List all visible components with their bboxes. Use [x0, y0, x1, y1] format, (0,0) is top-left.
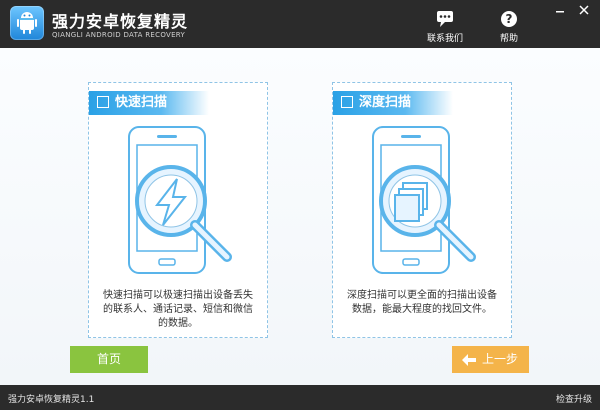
status-bar: 强力安卓恢复精灵1.1 检查升级	[0, 385, 600, 410]
check-update-link[interactable]: 检查升级	[556, 392, 592, 405]
previous-step-label: 上一步	[482, 352, 519, 366]
version-label: 强力安卓恢复精灵1.1	[8, 395, 95, 405]
minimize-icon	[556, 11, 564, 13]
deep-scan-header: 深度扫描	[333, 91, 453, 115]
close-button[interactable]	[576, 2, 592, 16]
check-box-icon	[97, 96, 109, 108]
deep-scan-title: 深度扫描	[359, 95, 412, 110]
main-panel: 快速扫描 快速扫描可以极速扫描出设备丢失的联系人、通话记录、短信和微信的数据。 …	[0, 48, 600, 385]
stacked-files-icon	[394, 182, 428, 222]
svg-text:?: ?	[506, 12, 513, 26]
previous-step-button[interactable]: 上一步	[452, 346, 529, 373]
contact-us-label: 联系我们	[426, 34, 463, 44]
quick-scan-title: 快速扫描	[115, 95, 168, 110]
contact-us-button[interactable]: 联系我们	[422, 10, 468, 44]
title-bar: 强力安卓恢复精灵 QIANGLI ANDROID DATA RECOVERY 联…	[0, 0, 600, 48]
phone-magnifier-icon	[128, 126, 232, 274]
phone-magnifier-icon	[372, 126, 476, 274]
deep-scan-description: 深度扫描可以更全面的扫描出设备数据，能最大程度的找回文件。	[347, 290, 497, 315]
minimize-button[interactable]	[552, 2, 568, 16]
quick-scan-description: 快速扫描可以极速扫描出设备丢失的联系人、通话记录、短信和微信的数据。	[103, 290, 253, 329]
home-button[interactable]: 首页	[70, 346, 148, 373]
check-box-icon	[341, 96, 353, 108]
quick-scan-header: 快速扫描	[89, 91, 209, 115]
deep-scan-card[interactable]: 深度扫描 深度扫描可以更全面的扫描出设备数据，能最大程度的找回文件。	[332, 82, 512, 338]
android-logo-icon	[10, 6, 44, 40]
arrow-left-icon	[462, 354, 476, 366]
app-title: 强力安卓恢复精灵	[52, 12, 189, 31]
chat-bubble-icon	[437, 11, 453, 27]
app-subtitle: QIANGLI ANDROID DATA RECOVERY	[52, 31, 186, 39]
help-label: 帮助	[499, 34, 518, 44]
close-icon	[579, 5, 589, 15]
quick-scan-card[interactable]: 快速扫描 快速扫描可以极速扫描出设备丢失的联系人、通话记录、短信和微信的数据。	[88, 82, 268, 338]
help-button[interactable]: ? 帮助	[486, 10, 532, 44]
help-icon: ?	[501, 11, 517, 27]
